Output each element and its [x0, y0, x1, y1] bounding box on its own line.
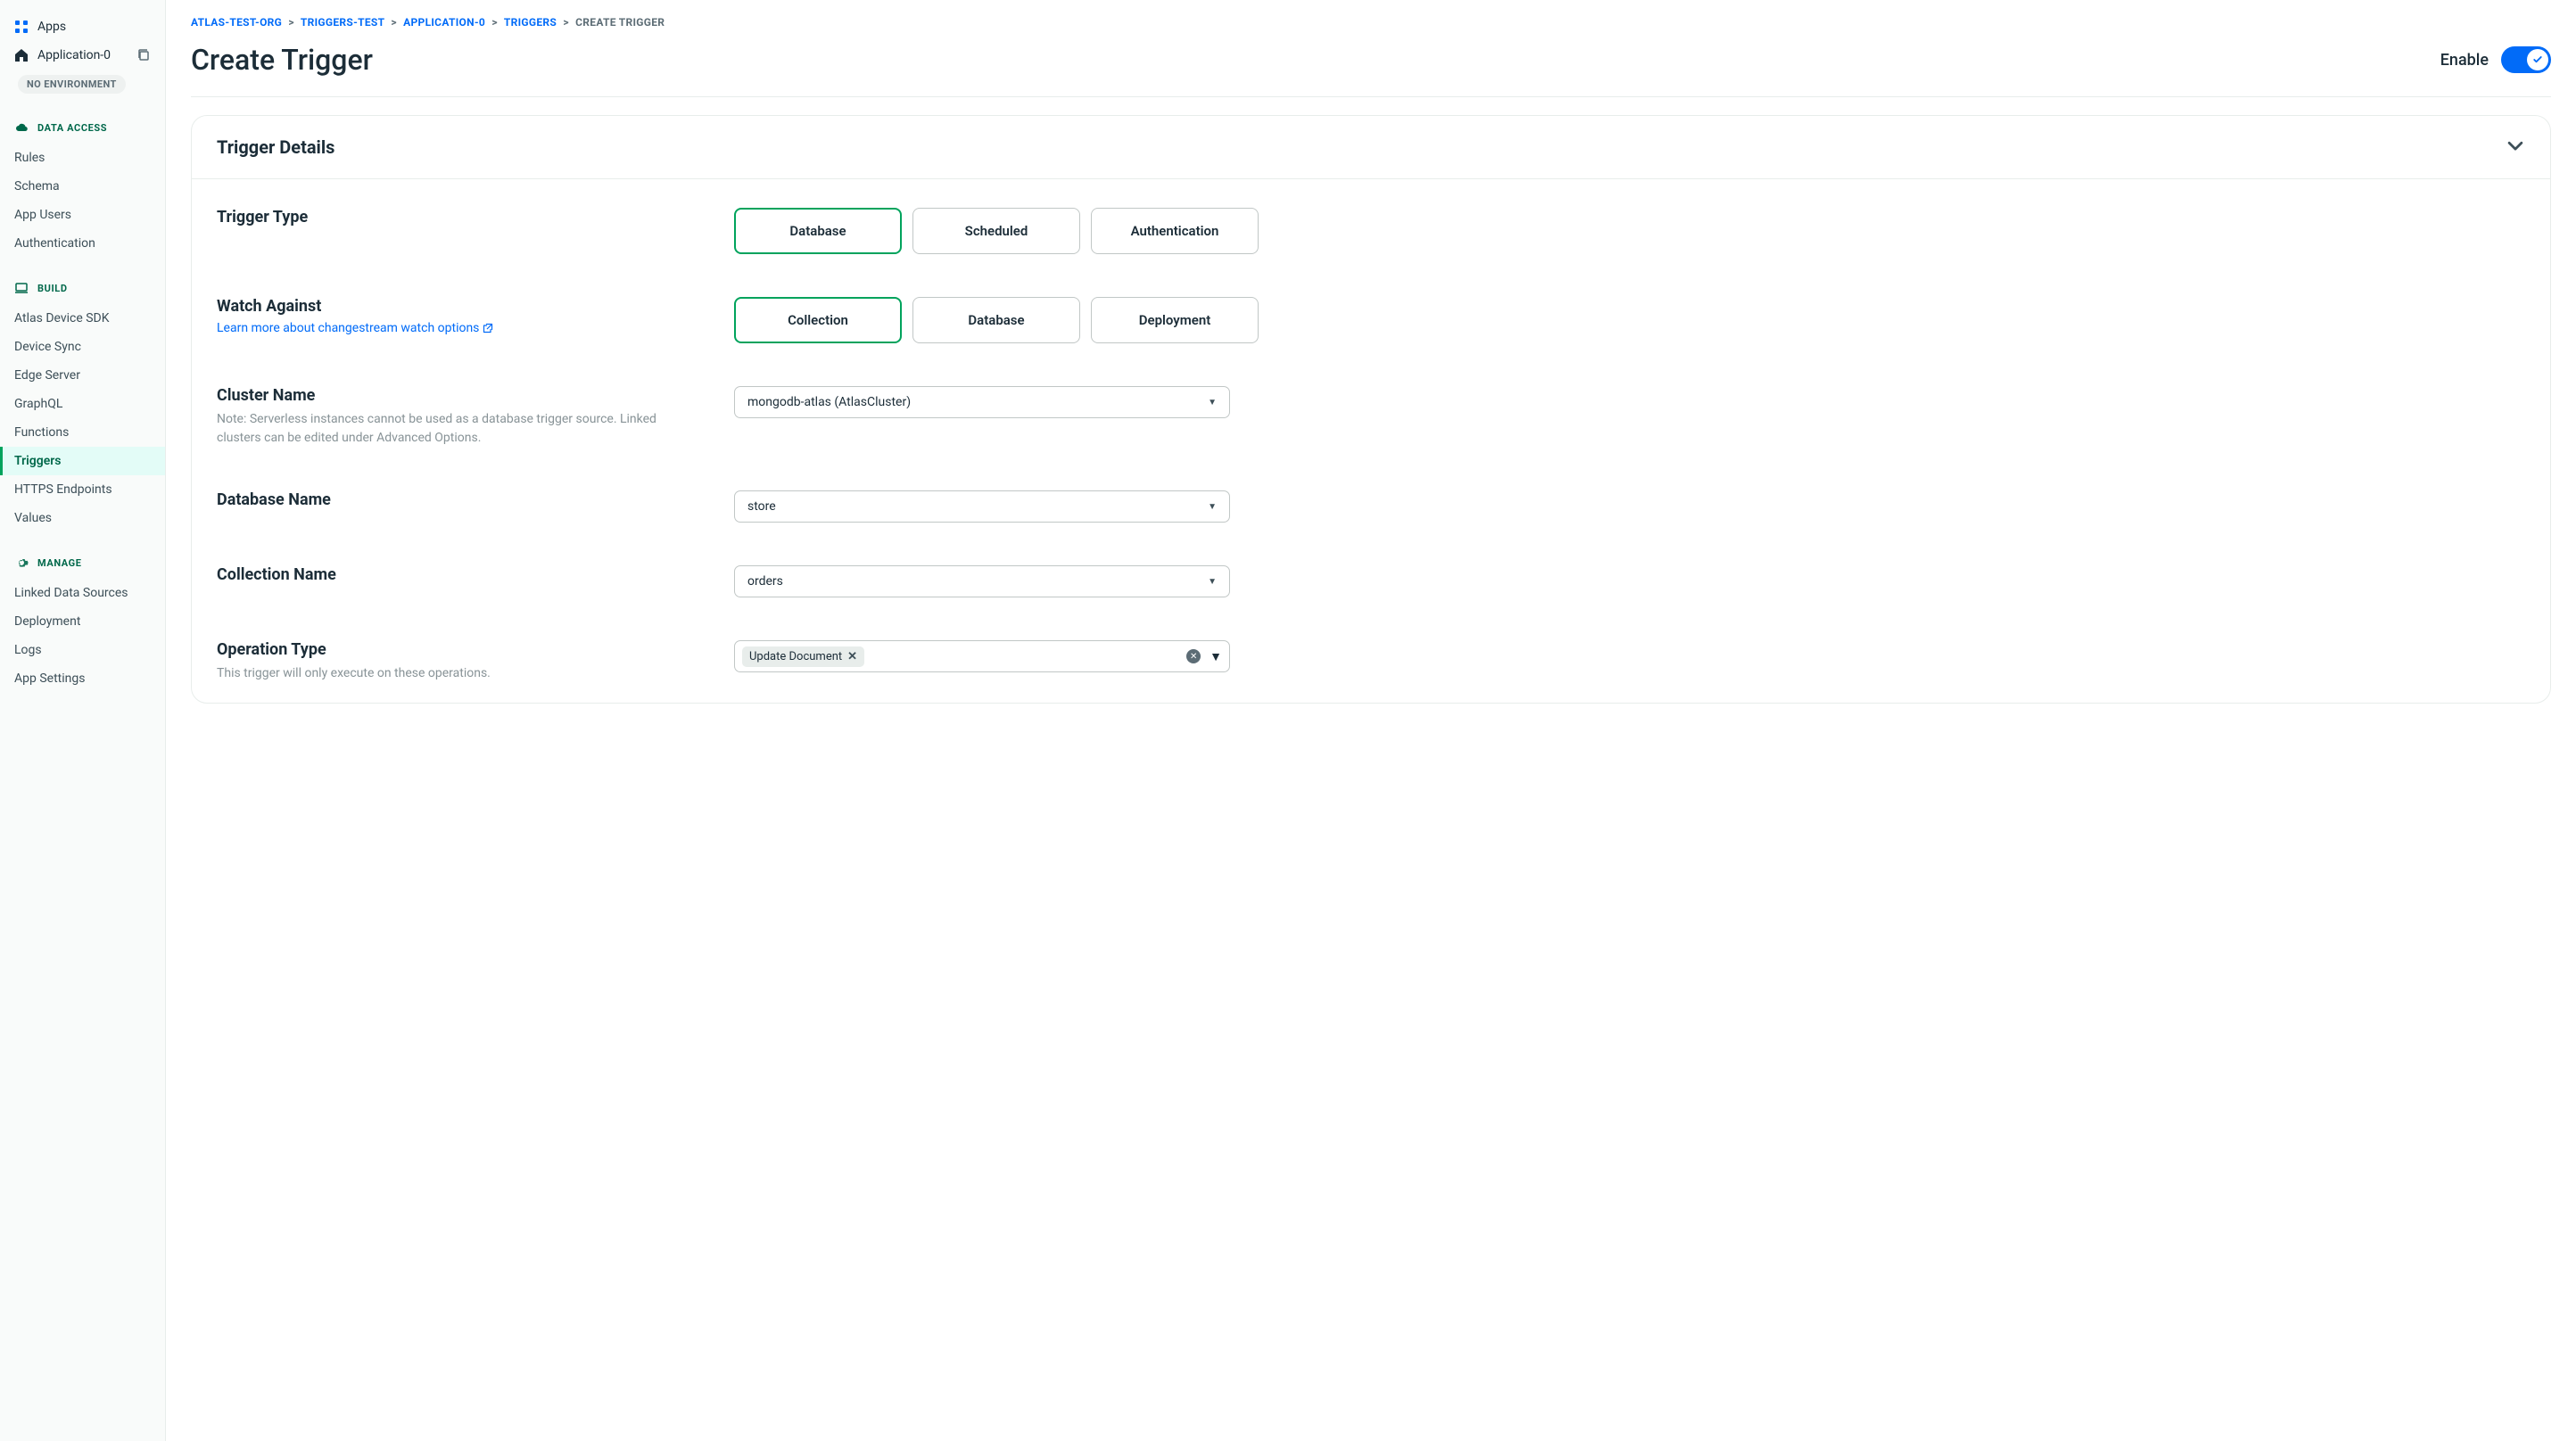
chip-remove-icon[interactable]: ✕ [847, 650, 857, 663]
row-operation-type: Operation Type This trigger will only ex… [217, 619, 2525, 692]
card-header[interactable]: Trigger Details [192, 116, 2550, 179]
label-operation-type: Operation Type [217, 640, 698, 659]
breadcrumb-triggers[interactable]: TRIGGERS [504, 16, 557, 29]
row-watch-against: Watch Against Learn more about changestr… [217, 276, 2525, 365]
sidebar-item-graphql[interactable]: GraphQL [0, 390, 165, 418]
select-database-name[interactable]: store ▼ [734, 490, 1230, 523]
watch-collection[interactable]: Collection [734, 297, 902, 343]
link-changestream-docs[interactable]: Learn more about changestream watch opti… [217, 321, 493, 335]
select-database-value: store [747, 499, 776, 514]
sidebar-item-atlas-device-sdk[interactable]: Atlas Device SDK [0, 304, 165, 333]
desc-cluster-name: Note: Serverless instances cannot be use… [217, 410, 698, 448]
watch-deployment[interactable]: Deployment [1091, 297, 1259, 343]
select-collection-value: orders [747, 574, 783, 589]
sidebar-item-app-users[interactable]: App Users [0, 201, 165, 229]
enable-toggle[interactable] [2501, 46, 2551, 73]
clear-all-icon[interactable]: ✕ [1186, 649, 1201, 663]
row-collection-name: Collection Name orders ▼ [217, 544, 2525, 619]
laptop-icon [14, 281, 29, 295]
label-collection-name: Collection Name [217, 565, 698, 584]
enable-label: Enable [2440, 51, 2489, 70]
label-cluster-name: Cluster Name [217, 386, 698, 405]
breadcrumb-sep: > [491, 16, 498, 29]
breadcrumb-app[interactable]: APPLICATION-0 [403, 16, 485, 29]
sidebar-item-app-settings[interactable]: App Settings [0, 664, 165, 693]
caret-down-icon: ▼ [1208, 577, 1217, 587]
sidebar-apps[interactable]: Apps [0, 12, 165, 41]
breadcrumb-org[interactable]: ATLAS-TEST-ORG [191, 16, 282, 29]
page-header: Create Trigger Enable [191, 43, 2551, 97]
sidebar-header-build: BUILD [0, 274, 165, 302]
chevron-down-icon [2506, 136, 2525, 159]
trigger-type-authentication[interactable]: Authentication [1091, 208, 1259, 254]
main-content: ATLAS-TEST-ORG > TRIGGERS-TEST > APPLICA… [166, 0, 2576, 1441]
label-watch-against: Watch Against [217, 297, 698, 316]
label-database-name: Database Name [217, 490, 698, 509]
apps-grid-icon [14, 20, 29, 34]
app-name-label: Application-0 [37, 48, 111, 62]
select-cluster-value: mongodb-atlas (AtlasCluster) [747, 395, 911, 409]
caret-down-icon: ▼ [1208, 502, 1217, 512]
env-badge: NO ENVIRONMENT [18, 75, 126, 94]
sidebar-header-manage: MANAGE [0, 548, 165, 577]
sidebar: Apps Application-0 NO ENVIRONMENT DATA A… [0, 0, 166, 1441]
row-database-name: Database Name store ▼ [217, 469, 2525, 544]
sidebar-apps-label: Apps [37, 20, 66, 34]
breadcrumb-current: CREATE TRIGGER [575, 16, 665, 29]
trigger-details-card: Trigger Details Trigger Type Database Sc… [191, 115, 2551, 704]
sidebar-item-rules[interactable]: Rules [0, 144, 165, 172]
enable-row: Enable [2440, 46, 2551, 73]
segmented-trigger-type: Database Scheduled Authentication [734, 208, 2525, 254]
home-icon [14, 48, 29, 62]
check-icon [2532, 54, 2543, 65]
caret-down-icon: ▼ [1210, 649, 1222, 664]
card-title: Trigger Details [217, 136, 334, 158]
sidebar-item-https-endpoints[interactable]: HTTPS Endpoints [0, 475, 165, 504]
sidebar-item-values[interactable]: Values [0, 504, 165, 532]
card-body: Trigger Type Database Scheduled Authenti… [192, 179, 2550, 703]
chip-update-document: Update Document ✕ [742, 646, 864, 667]
trigger-type-database[interactable]: Database [734, 208, 902, 254]
multiselect-operation-type[interactable]: Update Document ✕ ✕ ▼ [734, 640, 1230, 672]
breadcrumb: ATLAS-TEST-ORG > TRIGGERS-TEST > APPLICA… [191, 16, 2551, 29]
breadcrumb-project[interactable]: TRIGGERS-TEST [301, 16, 384, 29]
breadcrumb-sep: > [288, 16, 294, 29]
select-collection-name[interactable]: orders ▼ [734, 565, 1230, 597]
page-title: Create Trigger [191, 43, 373, 77]
desc-operation-type: This trigger will only execute on these … [217, 664, 698, 683]
row-trigger-type: Trigger Type Database Scheduled Authenti… [217, 186, 2525, 276]
copy-stack-icon[interactable] [136, 48, 151, 62]
sidebar-item-schema[interactable]: Schema [0, 172, 165, 201]
external-link-icon [483, 323, 493, 333]
toggle-knob [2527, 49, 2548, 70]
label-trigger-type: Trigger Type [217, 208, 698, 226]
sidebar-item-logs[interactable]: Logs [0, 636, 165, 664]
watch-database[interactable]: Database [912, 297, 1080, 343]
sidebar-item-triggers[interactable]: Triggers [0, 447, 165, 475]
gear-icon [14, 556, 29, 570]
sidebar-item-device-sync[interactable]: Device Sync [0, 333, 165, 361]
breadcrumb-sep: > [391, 16, 397, 29]
caret-down-icon: ▼ [1208, 398, 1217, 408]
sidebar-item-functions[interactable]: Functions [0, 418, 165, 447]
segmented-watch-against: Collection Database Deployment [734, 297, 2525, 343]
sidebar-item-edge-server[interactable]: Edge Server [0, 361, 165, 390]
sidebar-item-deployment[interactable]: Deployment [0, 607, 165, 636]
trigger-type-scheduled[interactable]: Scheduled [912, 208, 1080, 254]
breadcrumb-sep: > [563, 16, 569, 29]
sidebar-app-name[interactable]: Application-0 [0, 41, 165, 70]
select-cluster-name[interactable]: mongodb-atlas (AtlasCluster) ▼ [734, 386, 1230, 418]
sidebar-header-data-access: DATA ACCESS [0, 113, 165, 142]
sidebar-item-linked-data-sources[interactable]: Linked Data Sources [0, 579, 165, 607]
cloud-icon [14, 120, 29, 135]
row-cluster-name: Cluster Name Note: Serverless instances … [217, 365, 2525, 469]
sidebar-item-authentication[interactable]: Authentication [0, 229, 165, 258]
